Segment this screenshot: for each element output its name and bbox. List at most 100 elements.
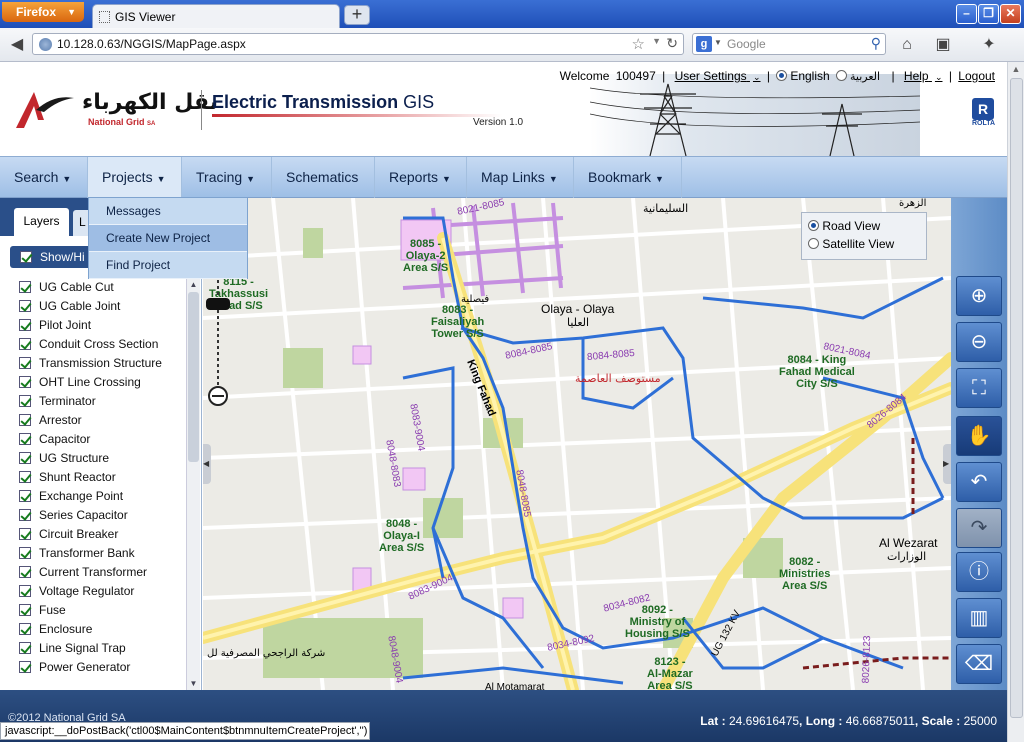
layer-item[interactable]: Exchange Point xyxy=(0,487,186,506)
dropdown-item-find-project[interactable]: Find Project xyxy=(89,252,247,279)
layer-item[interactable]: Terminator xyxy=(0,392,186,411)
menu-schematics[interactable]: Schematics xyxy=(272,157,375,198)
full-extent-icon[interactable]: ⛶ xyxy=(956,368,1002,408)
maximize-icon[interactable]: ❐ xyxy=(978,4,999,24)
layer-checkbox[interactable] xyxy=(19,452,31,464)
layer-checkbox[interactable] xyxy=(19,490,31,502)
user-settings-link[interactable]: User Settings ⌄ xyxy=(672,69,761,83)
bookmarks-icon[interactable]: ▣ xyxy=(932,35,954,55)
dropdown-item-create-new-project[interactable]: Create New Project xyxy=(89,225,247,252)
menu-search[interactable]: Search ▼ xyxy=(0,157,88,198)
layer-item[interactable]: Transformer Bank xyxy=(0,544,186,563)
collapse-left-icon[interactable]: ◀ xyxy=(203,444,211,484)
satellite-view-radio[interactable] xyxy=(808,238,819,249)
layer-item[interactable]: OHT Line Crossing xyxy=(0,373,186,392)
chevron-down-icon[interactable]: ▼ xyxy=(652,36,661,46)
layer-item[interactable]: Fuse xyxy=(0,601,186,620)
zoom-out-icon[interactable]: ⊖ xyxy=(956,322,1002,362)
layer-item[interactable]: Voltage Regulator xyxy=(0,582,186,601)
bookmark-star-icon[interactable]: ☆ xyxy=(632,35,645,53)
page-scrollbar[interactable]: ▲ xyxy=(1007,62,1024,742)
menu-projects[interactable]: Projects ▼ xyxy=(88,157,182,198)
chevron-down-icon[interactable]: ▼ xyxy=(714,38,722,47)
arabic-radio[interactable] xyxy=(836,70,848,81)
zoom-in-icon[interactable]: ⊕ xyxy=(956,276,1002,316)
collapse-right-icon[interactable]: ▶ xyxy=(943,444,951,484)
google-icon[interactable]: g xyxy=(696,36,712,52)
close-icon[interactable]: ✕ xyxy=(1000,4,1021,24)
layer-item[interactable]: Circuit Breaker xyxy=(0,525,186,544)
english-radio[interactable] xyxy=(776,70,788,81)
layer-item[interactable]: Pilot Joint xyxy=(0,316,186,335)
info-icon[interactable]: ⓘ xyxy=(956,552,1002,592)
layer-item[interactable]: Current Transformer xyxy=(0,563,186,582)
layer-item[interactable]: Series Capacitor xyxy=(0,506,186,525)
layer-checkbox[interactable] xyxy=(19,585,31,597)
layer-checkbox[interactable] xyxy=(19,528,31,540)
browser-tab[interactable]: GIS Viewer xyxy=(92,4,340,28)
layer-checkbox[interactable] xyxy=(19,623,31,635)
road-view-radio[interactable] xyxy=(808,220,819,231)
scroll-thumb[interactable] xyxy=(188,292,199,462)
measure-icon[interactable]: ▥ xyxy=(956,598,1002,638)
layer-checkbox[interactable] xyxy=(19,509,31,521)
reload-icon[interactable]: ↻ xyxy=(666,35,678,52)
menu-tracing[interactable]: Tracing ▼ xyxy=(182,157,272,198)
back-icon[interactable]: ◀ xyxy=(6,35,28,55)
dropdown-item-messages[interactable]: Messages xyxy=(89,198,247,225)
scroll-up-icon[interactable]: ▲ xyxy=(1008,64,1024,78)
menu-bookmark[interactable]: Bookmark ▼ xyxy=(574,157,682,198)
layer-checkbox[interactable] xyxy=(19,642,31,654)
redo-icon[interactable]: ↷ xyxy=(956,508,1002,548)
layer-item[interactable]: Transmission Structure xyxy=(0,354,186,373)
menu-map-links[interactable]: Map Links ▼ xyxy=(467,157,574,198)
layer-item[interactable]: UG Structure xyxy=(0,449,186,468)
undo-icon[interactable]: ↶ xyxy=(956,462,1002,502)
layer-checkbox[interactable] xyxy=(19,661,31,673)
layer-checkbox[interactable] xyxy=(19,338,31,350)
pan-hand-icon[interactable]: ✋ xyxy=(956,416,1002,456)
menu-reports[interactable]: Reports ▼ xyxy=(375,157,467,198)
layer-item[interactable]: Power Generator xyxy=(0,658,186,677)
home-icon[interactable]: ⌂ xyxy=(896,35,918,55)
layer-item[interactable]: Capacitor xyxy=(0,430,186,449)
eraser-icon[interactable]: ⌫ xyxy=(956,644,1002,684)
layer-checkbox[interactable] xyxy=(19,357,31,369)
layer-checkbox[interactable] xyxy=(19,433,31,445)
search-input[interactable]: g ▼ Google ⚲ xyxy=(692,33,886,55)
minimize-icon[interactable]: – xyxy=(956,4,977,24)
map-canvas[interactable]: السليمانية 8021-8085 الزهرة 8085 - Olaya-… xyxy=(203,198,951,690)
layer-item[interactable]: Line Signal Trap xyxy=(0,639,186,658)
layer-item[interactable]: UG Cable Cut xyxy=(0,278,186,297)
addon-icon[interactable]: ✦ xyxy=(978,35,1000,55)
road-view-option[interactable]: Road View xyxy=(808,217,926,235)
logout-link[interactable]: Logout xyxy=(958,69,995,83)
layer-list-scrollbar[interactable]: ▲ ▼ xyxy=(186,278,200,690)
firefox-menu-button[interactable]: Firefox ▼ xyxy=(2,2,84,22)
layer-checkbox[interactable] xyxy=(19,395,31,407)
layer-checkbox[interactable] xyxy=(19,471,31,483)
layer-checkbox[interactable] xyxy=(19,300,31,312)
url-bar[interactable]: 10.128.0.63/NGGIS/MapPage.aspx ☆ ▼ ↻ xyxy=(32,33,684,55)
show-hide-checkbox[interactable] xyxy=(20,251,32,263)
layer-item[interactable]: Enclosure xyxy=(0,620,186,639)
layer-checkbox[interactable] xyxy=(19,566,31,578)
layer-item[interactable]: UG Cable Joint xyxy=(0,297,186,316)
layer-checkbox[interactable] xyxy=(19,376,31,388)
layer-item[interactable]: Shunt Reactor xyxy=(0,468,186,487)
layer-checkbox[interactable] xyxy=(19,319,31,331)
layer-checkbox[interactable] xyxy=(19,414,31,426)
satellite-view-option[interactable]: Satellite View xyxy=(808,235,926,253)
layer-checkbox[interactable] xyxy=(19,281,31,293)
scroll-thumb[interactable] xyxy=(1010,78,1023,718)
scroll-up-icon[interactable]: ▲ xyxy=(187,280,200,289)
layer-item[interactable]: Conduit Cross Section xyxy=(0,335,186,354)
scroll-down-icon[interactable]: ▼ xyxy=(187,679,200,688)
tab-layers[interactable]: Layers xyxy=(14,208,69,236)
new-tab-button[interactable]: + xyxy=(344,5,370,25)
layer-checkbox[interactable] xyxy=(19,604,31,616)
layer-checkbox[interactable] xyxy=(19,547,31,559)
layer-item[interactable]: Arrestor xyxy=(0,411,186,430)
help-link[interactable]: Help ⌄ xyxy=(901,69,943,83)
search-icon[interactable]: ⚲ xyxy=(871,35,881,52)
